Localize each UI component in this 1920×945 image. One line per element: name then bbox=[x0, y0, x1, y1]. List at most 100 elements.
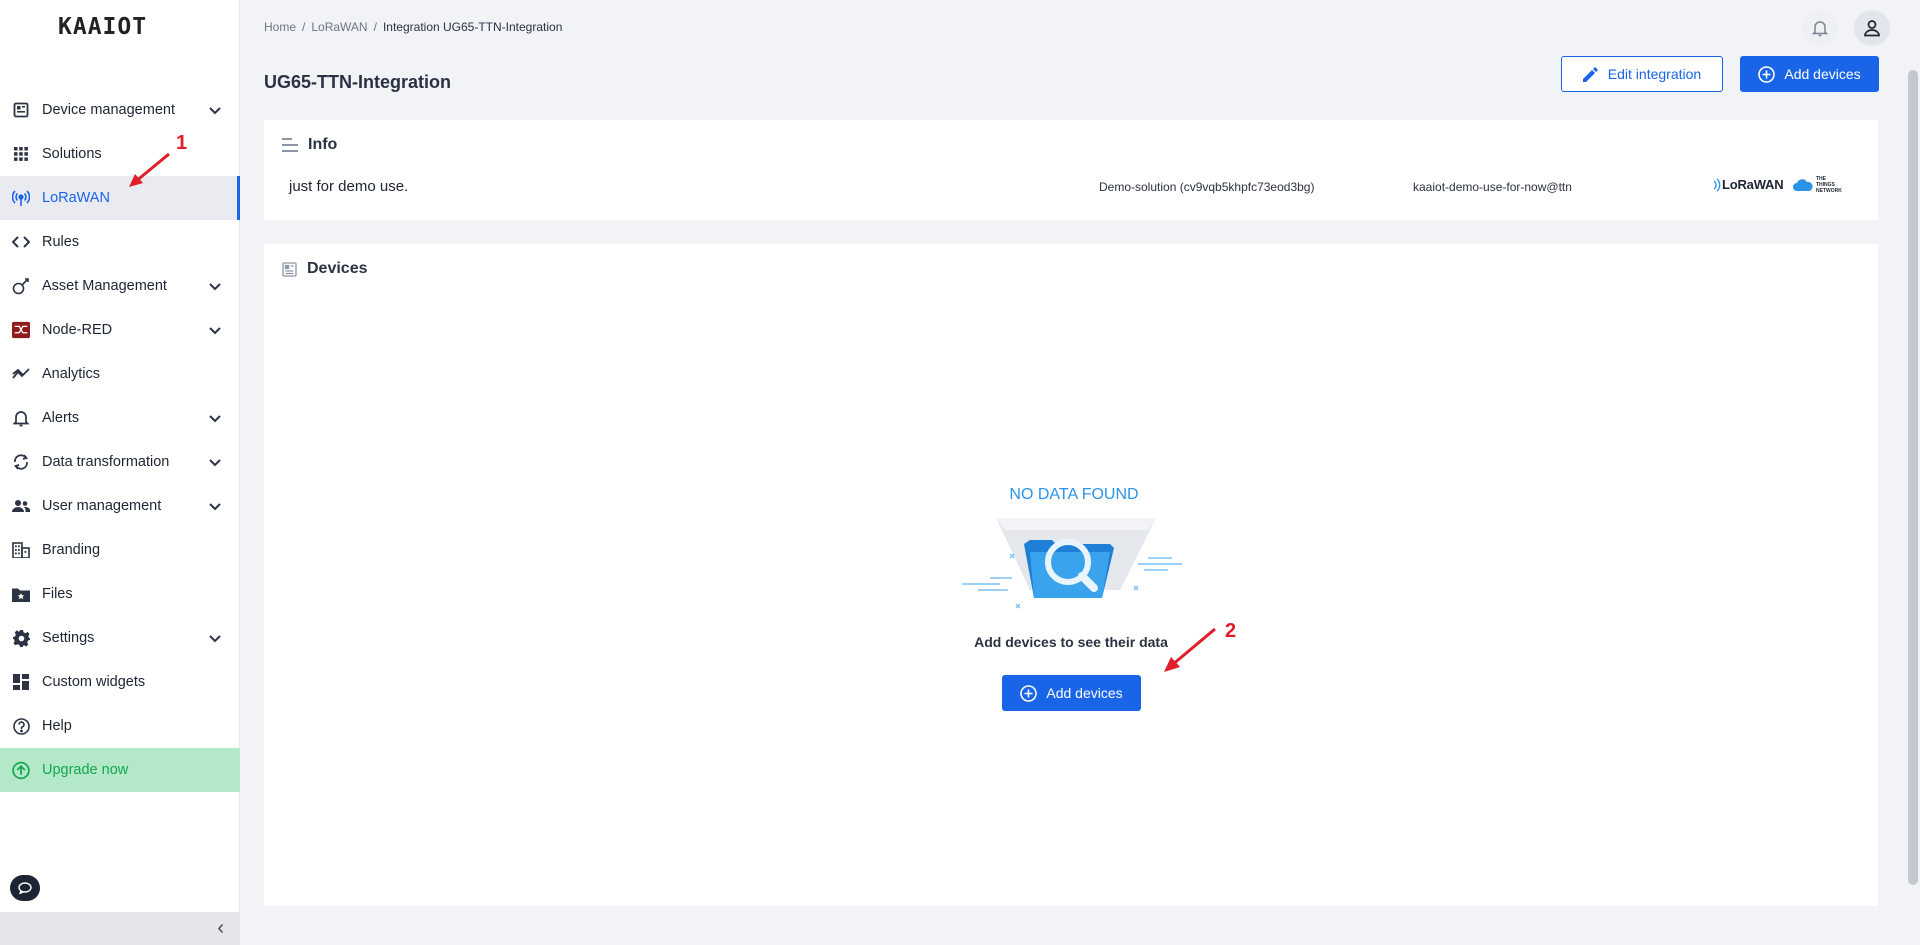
lorawan-logo: LoRaWAN bbox=[1712, 177, 1784, 192]
sidebar-item-label: Settings bbox=[42, 630, 95, 646]
device-list-icon bbox=[282, 261, 297, 277]
empty-state-title: NO DATA FOUND bbox=[1009, 486, 1139, 503]
analytics-icon bbox=[12, 365, 30, 383]
sidebar-item-label: Help bbox=[42, 718, 72, 734]
chevron-down-icon[interactable] bbox=[208, 279, 222, 293]
grid-icon bbox=[12, 145, 30, 163]
sidebar-item-label: Upgrade now bbox=[42, 762, 129, 778]
edit-integration-button[interactable]: Edit integration bbox=[1561, 56, 1723, 92]
sidebar-item-branding[interactable]: Branding bbox=[0, 528, 240, 572]
edit-integration-label: Edit integration bbox=[1607, 66, 1702, 82]
breadcrumb-separator: / bbox=[373, 20, 377, 34]
widgets-icon bbox=[12, 673, 30, 691]
user-icon bbox=[1864, 20, 1880, 37]
sidebar-item-label: User management bbox=[42, 498, 162, 514]
sidebar-item-settings[interactable]: Settings bbox=[0, 616, 240, 660]
empty-state-text: Add devices to see their data bbox=[974, 634, 1168, 650]
kaaiot-logo[interactable]: KAAIOT bbox=[58, 12, 147, 42]
sidebar-item-files[interactable]: Files bbox=[0, 572, 240, 616]
breadcrumb-lorawan[interactable]: LoRaWAN bbox=[311, 20, 367, 34]
add-devices-header-button[interactable]: Add devices bbox=[1740, 56, 1879, 92]
breadcrumb-home[interactable]: Home bbox=[264, 20, 296, 34]
chat-button[interactable] bbox=[10, 875, 40, 901]
add-devices-label: Add devices bbox=[1784, 66, 1861, 82]
node-red-icon bbox=[12, 321, 30, 339]
sidebar-item-alerts[interactable]: Alerts bbox=[0, 396, 240, 440]
sidebar-item-help[interactable]: Help bbox=[0, 704, 240, 748]
sidebar-item-label: Analytics bbox=[42, 366, 101, 382]
chat-icon bbox=[18, 882, 32, 894]
sidebar-item-label: Files bbox=[42, 586, 73, 602]
sidebar-item-label: Data transformation bbox=[42, 454, 170, 470]
sidebar-item-upgrade-now[interactable]: Upgrade now bbox=[0, 748, 240, 792]
bell-icon bbox=[1812, 21, 1828, 37]
bell-icon bbox=[12, 409, 30, 427]
chevron-down-icon[interactable] bbox=[208, 455, 222, 469]
sidebar-item-label: Rules bbox=[42, 234, 80, 250]
chevron-down-icon[interactable] bbox=[208, 323, 222, 337]
code-icon bbox=[12, 233, 30, 251]
devices-header: Devices bbox=[282, 260, 368, 278]
sidebar-item-asset-management[interactable]: Asset Management bbox=[0, 264, 240, 308]
user-account-button[interactable] bbox=[1854, 10, 1890, 46]
chevron-down-icon[interactable] bbox=[208, 103, 222, 117]
sidebar: KAAIOT Device management Solutions LoRaW… bbox=[0, 0, 240, 945]
gear-icon bbox=[12, 629, 30, 647]
ttn-logo-text: THE THINGS NETWORK bbox=[1816, 176, 1842, 194]
notifications-button[interactable] bbox=[1802, 10, 1838, 46]
breadcrumb: Home / LoRaWAN / Integration UG65-TTN-In… bbox=[264, 20, 562, 34]
sidebar-item-label: Branding bbox=[42, 542, 101, 558]
add-devices-label: Add devices bbox=[1046, 685, 1123, 701]
chevron-down-icon[interactable] bbox=[208, 631, 222, 645]
devices-card: Devices NO DATA FOUND Add devices to see… bbox=[264, 244, 1878, 906]
breadcrumb-separator: / bbox=[302, 20, 306, 34]
help-icon bbox=[12, 717, 30, 735]
sidebar-item-label: Custom widgets bbox=[42, 674, 146, 690]
sidebar-nav: Device management Solutions LoRaWAN Rule… bbox=[0, 88, 240, 792]
sidebar-item-rules[interactable]: Rules bbox=[0, 220, 240, 264]
sidebar-item-label: Solutions bbox=[42, 146, 102, 162]
plus-circle-icon bbox=[1020, 684, 1038, 702]
device-icon bbox=[12, 101, 30, 119]
chevron-down-icon[interactable] bbox=[208, 411, 222, 425]
sidebar-item-analytics[interactable]: Analytics bbox=[0, 352, 240, 396]
chevron-left-icon: ‹ bbox=[217, 917, 224, 939]
antenna-icon bbox=[12, 189, 30, 207]
cloud-icon bbox=[1793, 179, 1813, 191]
sidebar-item-label: Asset Management bbox=[42, 278, 167, 294]
lorawan-logo-text: LoRaWAN bbox=[1722, 177, 1784, 192]
upgrade-icon bbox=[12, 761, 30, 779]
annotation-arrow-1 bbox=[129, 152, 170, 187]
asset-icon bbox=[12, 277, 30, 295]
sidebar-item-data-transformation[interactable]: Data transformation bbox=[0, 440, 240, 484]
annotation-number-2: 2 bbox=[1225, 620, 1237, 642]
sidebar-item-node-red[interactable]: Node-RED bbox=[0, 308, 240, 352]
solution-name: Demo-solution (cv9vqb5khpfc73eod3bg) bbox=[1099, 180, 1315, 194]
sidebar-item-lorawan[interactable]: LoRaWAN bbox=[0, 176, 240, 220]
sidebar-item-solutions[interactable]: Solutions bbox=[0, 132, 240, 176]
add-devices-button[interactable]: Add devices bbox=[1002, 675, 1141, 711]
pencil-icon bbox=[1582, 66, 1598, 82]
logo-text: KAAIOT bbox=[58, 14, 148, 40]
top-actions bbox=[1802, 10, 1890, 46]
sidebar-collapse-button[interactable]: ‹ bbox=[0, 912, 240, 945]
lora-wave-icon bbox=[1713, 177, 1721, 192]
annotation-arrow-2 bbox=[1164, 627, 1216, 672]
sidebar-item-device-management[interactable]: Device management bbox=[0, 88, 240, 132]
breadcrumb-current: Integration UG65-TTN-Integration bbox=[382, 20, 563, 34]
sidebar-item-custom-widgets[interactable]: Custom widgets bbox=[0, 660, 240, 704]
annotation-number-1: 1 bbox=[176, 132, 188, 154]
sidebar-item-label: Alerts bbox=[42, 410, 80, 426]
lines-icon bbox=[282, 138, 298, 152]
page-title: UG65-TTN-Integration bbox=[264, 72, 451, 92]
sidebar-item-label: LoRaWAN bbox=[42, 190, 110, 206]
chevron-down-icon[interactable] bbox=[208, 499, 222, 513]
page-scrollbar[interactable] bbox=[1908, 70, 1918, 885]
sidebar-item-label: Device management bbox=[42, 102, 175, 118]
sidebar-item-user-management[interactable]: User management bbox=[0, 484, 240, 528]
devices-heading: Devices bbox=[307, 260, 368, 277]
no-data-illustration bbox=[962, 518, 1182, 609]
integration-description: just for demo use. bbox=[289, 178, 409, 195]
plus-circle-icon bbox=[1758, 65, 1776, 83]
info-card: Info just for demo use. Demo-solution (c… bbox=[264, 120, 1878, 220]
